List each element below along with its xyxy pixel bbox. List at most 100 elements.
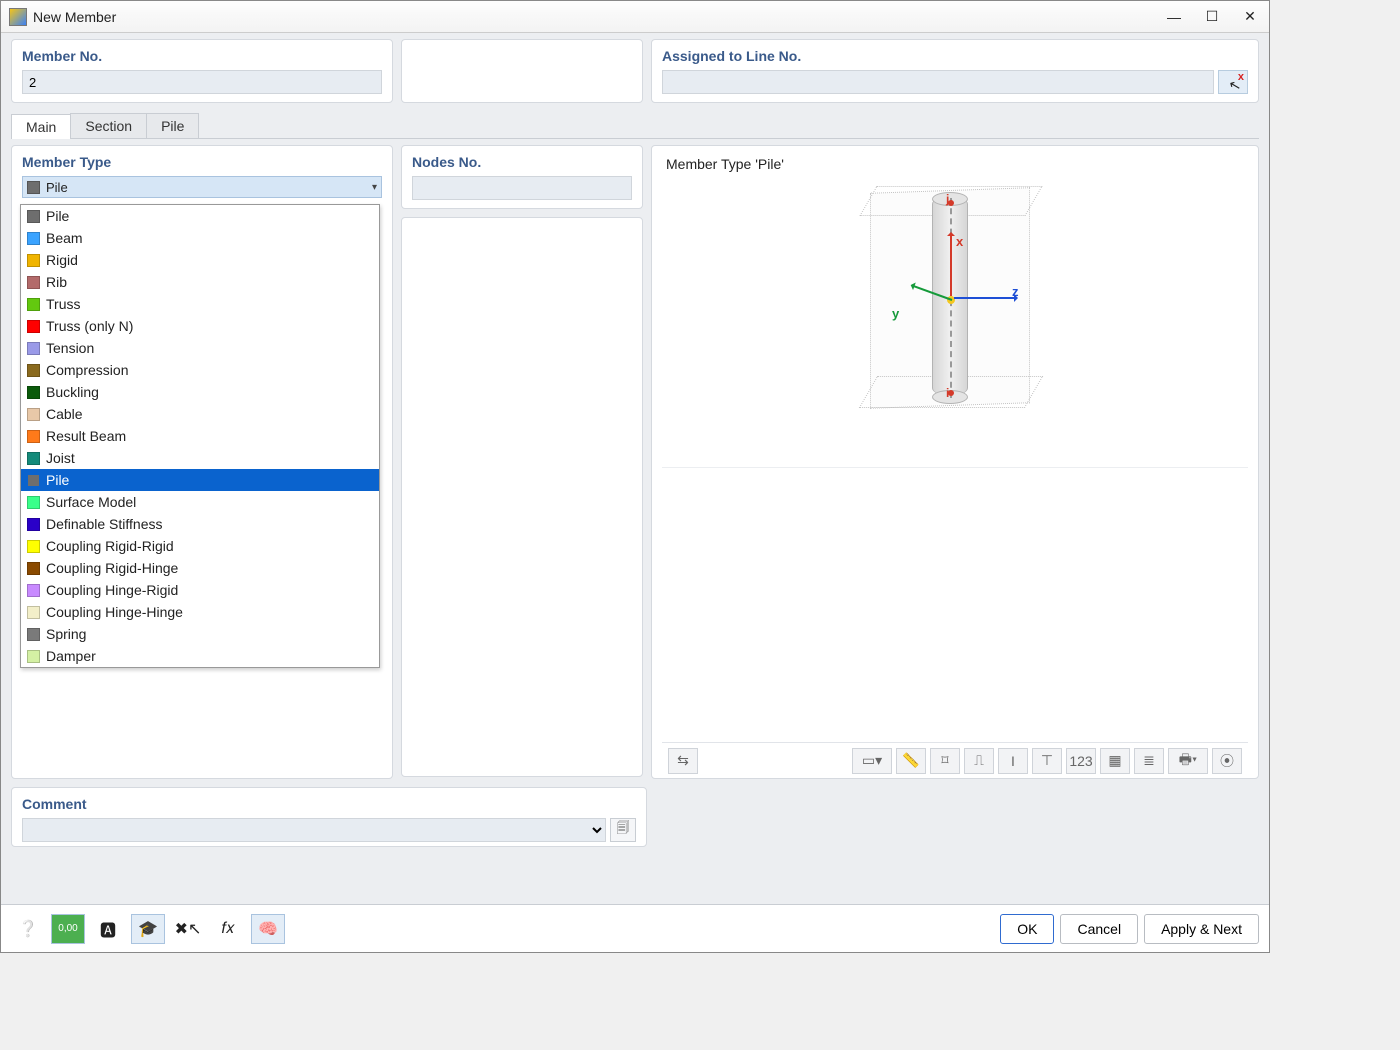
member-type-option[interactable]: Spring — [21, 623, 379, 645]
units-icon-button[interactable]: 0,00 — [51, 914, 85, 944]
transfer-icon-button[interactable]: ⇆ — [668, 748, 698, 774]
member-type-option-label: Coupling Hinge-Rigid — [46, 582, 178, 598]
member-type-option[interactable]: Cable — [21, 403, 379, 425]
apply-next-button[interactable]: Apply & Next — [1144, 914, 1259, 944]
member-type-option[interactable]: Pile — [21, 469, 379, 491]
dimension-icon-button[interactable]: 📏 — [896, 748, 926, 774]
nodes-input[interactable] — [412, 176, 632, 200]
member-type-option[interactable]: Surface Model — [21, 491, 379, 513]
member-type-dropdown[interactable]: Pile Beam Rigid Rib Truss Truss (only N) Tensi… — [20, 204, 380, 668]
list-icon-button[interactable]: ≣ — [1134, 748, 1164, 774]
member-type-option[interactable]: Coupling Hinge-Rigid — [21, 579, 379, 601]
brain-icon-button[interactable]: 🧠 — [251, 914, 285, 944]
dialog-footer: ❔ 0,00 🅰 🎓 ✖↖ f𝑥 🧠 OK Cancel Apply & Nex… — [1, 904, 1269, 952]
member-type-option[interactable]: Truss (only N) — [21, 315, 379, 337]
member-type-option-label: Cable — [46, 406, 83, 422]
assigned-line-input[interactable] — [662, 70, 1214, 94]
color-swatch-icon — [27, 562, 40, 575]
print-dropdown-button[interactable]: 🖶▾ — [1168, 748, 1208, 774]
member-type-option[interactable]: Coupling Hinge-Hinge — [21, 601, 379, 623]
member-type-option-label: Truss — [46, 296, 80, 312]
snap1-icon-button[interactable]: ⌑ — [930, 748, 960, 774]
color-swatch-icon — [27, 232, 40, 245]
member-type-option[interactable]: Rib — [21, 271, 379, 293]
axis-x-label: x — [956, 234, 963, 249]
member-type-option[interactable]: Compression — [21, 359, 379, 381]
preview-title: Member Type 'Pile' — [666, 156, 1248, 172]
member-type-option-label: Coupling Rigid-Hinge — [46, 560, 178, 576]
member-type-option-label: Coupling Hinge-Hinge — [46, 604, 183, 620]
tab-main[interactable]: Main — [11, 114, 71, 139]
color-swatch-icon — [27, 474, 40, 487]
color-swatch-icon — [27, 496, 40, 509]
comment-panel: Comment 🗐 — [11, 787, 647, 847]
member-type-swatch-icon — [27, 181, 40, 194]
window-title: New Member — [33, 9, 1155, 25]
minimize-button[interactable]: — — [1155, 3, 1193, 31]
member-type-option[interactable]: Pile — [21, 205, 379, 227]
member-type-selected-text: Pile — [46, 180, 366, 195]
translate-icon-button[interactable]: 🅰 — [91, 914, 125, 944]
member-type-option[interactable]: Result Beam — [21, 425, 379, 447]
member-type-option-label: Definable Stiffness — [46, 516, 162, 532]
node-i-label: i — [946, 386, 949, 400]
member-no-label: Member No. — [22, 48, 382, 64]
new-member-dialog: New Member — ☐ ✕ Member No. Assigned to … — [0, 0, 1270, 953]
comment-combo[interactable] — [22, 818, 606, 842]
chevron-down-icon: ▾ — [372, 182, 377, 193]
member-type-option-label: Rigid — [46, 252, 78, 268]
section-t-icon-button[interactable]: ⊤ — [1032, 748, 1062, 774]
axis-x-arrow — [950, 234, 952, 296]
help-icon-button[interactable]: ❔ — [11, 914, 45, 944]
member-type-option[interactable]: Coupling Rigid-Rigid — [21, 535, 379, 557]
comment-library-button[interactable]: 🗐 — [610, 818, 636, 842]
axis-z-label: z — [1012, 284, 1019, 299]
preview-canvas: j i x z y — [662, 178, 1248, 468]
member-type-option[interactable]: Definable Stiffness — [21, 513, 379, 535]
member-type-option[interactable]: Rigid — [21, 249, 379, 271]
member-type-option-label: Buckling — [46, 384, 99, 400]
member-no-input[interactable] — [22, 70, 382, 94]
color-swatch-icon — [27, 540, 40, 553]
color-swatch-icon — [27, 430, 40, 443]
member-type-option[interactable]: Truss — [21, 293, 379, 315]
section-i-icon-button[interactable]: I — [998, 748, 1028, 774]
axis-z-arrow — [954, 297, 1016, 299]
comment-label: Comment — [22, 796, 636, 812]
member-type-option[interactable]: Beam — [21, 227, 379, 249]
member-type-option[interactable]: Buckling — [21, 381, 379, 403]
pick-cancel-icon-button[interactable]: ✖↖ — [171, 914, 205, 944]
header-spacer-panel — [401, 39, 643, 103]
assigned-line-panel: Assigned to Line No. x ↖ — [651, 39, 1259, 103]
titlebar: New Member — ☐ ✕ — [1, 1, 1269, 33]
graduation-icon-button[interactable]: 🎓 — [131, 914, 165, 944]
tab-pile[interactable]: Pile — [146, 113, 199, 138]
close-button[interactable]: ✕ — [1231, 3, 1269, 31]
color-swatch-icon — [27, 584, 40, 597]
member-type-option[interactable]: Tension — [21, 337, 379, 359]
color-swatch-icon — [27, 606, 40, 619]
search-reset-icon-button[interactable]: ⦿ — [1212, 748, 1242, 774]
color-swatch-icon — [27, 518, 40, 531]
member-type-panel: Member Type Pile ▾ PileBeamRigidRibTruss… — [11, 145, 393, 779]
numbering-icon-button[interactable]: 123 — [1066, 748, 1096, 774]
grid-icon-button[interactable]: ▦ — [1100, 748, 1130, 774]
member-type-option-label: Compression — [46, 362, 128, 378]
member-type-option[interactable]: Coupling Rigid-Hinge — [21, 557, 379, 579]
pick-line-button[interactable]: x ↖ — [1218, 70, 1248, 94]
member-type-option[interactable]: Joist — [21, 447, 379, 469]
member-type-option-label: Truss (only N) — [46, 318, 133, 334]
member-type-option[interactable]: Damper — [21, 645, 379, 667]
member-type-option-label: Rib — [46, 274, 67, 290]
view-mode-dropdown[interactable]: ▭▾ — [852, 748, 892, 774]
preview-toolbar: ⇆ ▭▾ 📏 ⌑ ⎍ I ⊤ 123 ▦ ≣ 🖶▾ ⦿ — [662, 742, 1248, 778]
ok-button[interactable]: OK — [1000, 914, 1054, 944]
tab-section[interactable]: Section — [70, 113, 147, 138]
snap2-icon-button[interactable]: ⎍ — [964, 748, 994, 774]
member-type-option-label: Coupling Rigid-Rigid — [46, 538, 174, 554]
cancel-button[interactable]: Cancel — [1060, 914, 1138, 944]
fx-icon-button[interactable]: f𝑥 — [211, 914, 245, 944]
member-type-combo[interactable]: Pile ▾ — [22, 176, 382, 198]
member-type-option-label: Pile — [46, 208, 69, 224]
maximize-button[interactable]: ☐ — [1193, 3, 1231, 31]
